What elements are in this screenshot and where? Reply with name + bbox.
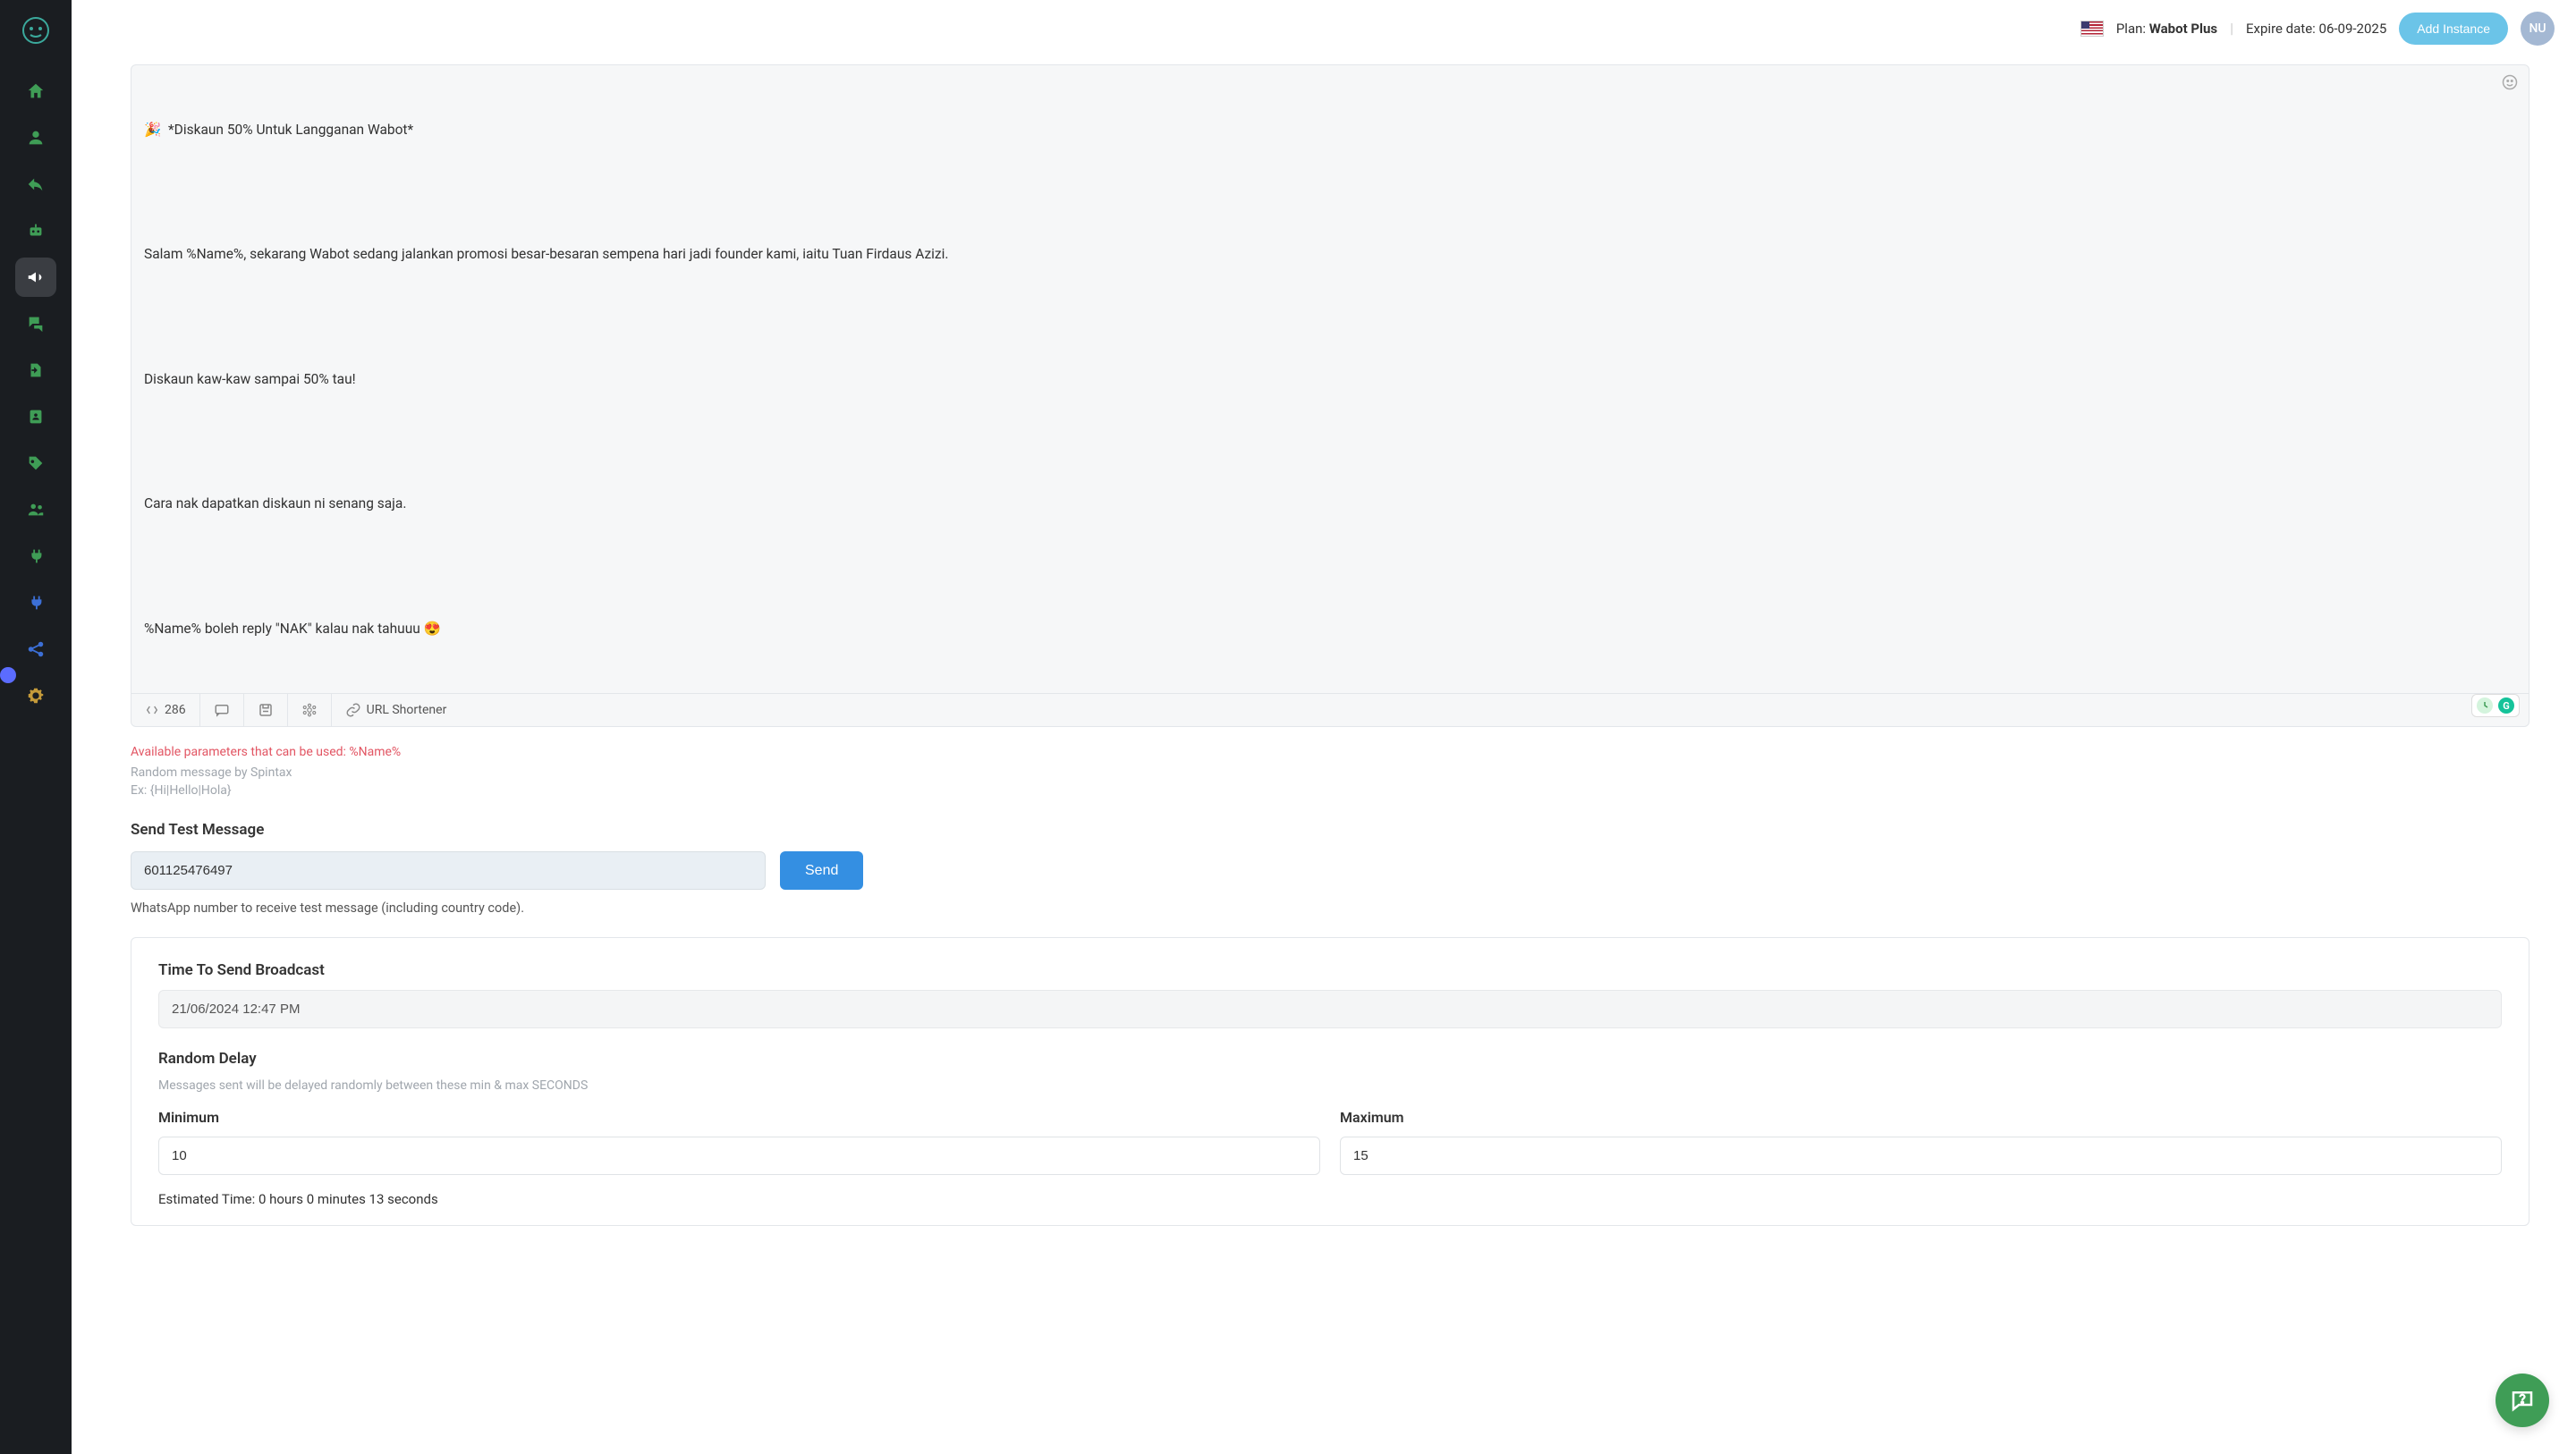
maximum-input[interactable] — [1340, 1137, 2502, 1175]
nav-users[interactable] — [15, 490, 56, 529]
sidebar — [0, 0, 72, 1454]
send-test-button[interactable]: Send — [780, 851, 863, 890]
message-editor: 🎉 *Diskaun 50% Untuk Langganan Wabot* Sa… — [131, 64, 2529, 727]
test-number-input[interactable] — [131, 851, 766, 890]
nav-export[interactable] — [15, 351, 56, 390]
toolbar-save-icon[interactable] — [244, 694, 288, 726]
content-scroll: 🎉 *Diskaun 50% Untuk Langganan Wabot* Sa… — [72, 57, 2576, 1454]
minimum-label: Minimum — [158, 1109, 1320, 1126]
nav-gear[interactable] — [15, 676, 56, 715]
toolbar-ai-icon[interactable] — [288, 694, 332, 726]
toolbar-chat-icon[interactable] — [200, 694, 244, 726]
test-help-text: WhatsApp number to receive test message … — [131, 900, 2529, 916]
nav-address-book[interactable] — [15, 397, 56, 436]
editor-line: Salam %Name%, sekarang Wabot sedang jala… — [144, 244, 2512, 265]
send-test-label: Send Test Message — [131, 821, 2529, 839]
random-delay-help: Messages sent will be delayed randomly b… — [158, 1078, 2502, 1093]
grammarly-badge[interactable]: G — [2471, 694, 2520, 717]
plan-label: Plan: Wabot Plus — [2116, 21, 2217, 37]
broadcast-time-input[interactable] — [158, 990, 2502, 1028]
random-delay-label: Random Delay — [158, 1050, 2502, 1068]
estimated-time: Estimated Time: 0 hours 0 minutes 13 sec… — [158, 1191, 2502, 1207]
nav-plug-alt[interactable] — [15, 583, 56, 622]
hint-parameters: Available parameters that can be used: %… — [131, 745, 2529, 759]
url-shortener-label: URL Shortener — [367, 703, 447, 717]
help-fab[interactable] — [2496, 1374, 2549, 1427]
topbar: Plan: Wabot Plus | Expire date: 06-09-20… — [72, 0, 2576, 57]
nav-bullhorn[interactable] — [15, 258, 56, 297]
nav-user[interactable] — [15, 118, 56, 157]
hint-spintax: Random message by Spintax Ex: {Hi|Hello|… — [131, 765, 2529, 799]
main-area: Plan: Wabot Plus | Expire date: 06-09-20… — [72, 0, 2576, 1454]
sidebar-scroll-indicator — [0, 667, 16, 683]
editor-line: Cara nak dapatkan diskaun ni senang saja… — [144, 494, 2512, 514]
add-instance-button[interactable]: Add Instance — [2399, 13, 2508, 45]
message-textarea[interactable]: 🎉 *Diskaun 50% Untuk Langganan Wabot* Sa… — [131, 65, 2529, 693]
user-avatar[interactable]: NU — [2521, 12, 2555, 46]
editor-line: 🎉 *Diskaun 50% Untuk Langganan Wabot* — [144, 120, 2512, 140]
flag-icon[interactable] — [2080, 21, 2104, 37]
nav-plug[interactable] — [15, 537, 56, 576]
minimum-input[interactable] — [158, 1137, 1320, 1175]
app-logo — [18, 14, 54, 46]
nav-reply[interactable] — [15, 165, 56, 204]
char-count-value: 286 — [165, 703, 186, 717]
nav-home[interactable] — [15, 72, 56, 111]
nav-comments[interactable] — [15, 304, 56, 343]
nav-tags[interactable] — [15, 444, 56, 483]
topbar-divider: | — [2230, 20, 2233, 37]
broadcast-settings-card: Time To Send Broadcast Random Delay Mess… — [131, 937, 2529, 1226]
maximum-label: Maximum — [1340, 1109, 2502, 1126]
time-to-send-label: Time To Send Broadcast — [158, 961, 2502, 979]
nav-share-nodes[interactable] — [15, 630, 56, 669]
editor-line: Diskaun kaw-kaw sampai 50% tau! — [144, 369, 2512, 390]
char-count: 286 — [131, 694, 200, 726]
editor-toolbar: 286 URL Shortener — [131, 693, 2529, 726]
nav-robot[interactable] — [15, 211, 56, 250]
toolbar-url-shortener[interactable]: URL Shortener — [332, 694, 461, 726]
emoji-picker-icon[interactable] — [2502, 74, 2518, 94]
expire-label: Expire date: 06-09-2025 — [2246, 21, 2386, 37]
editor-line: %Name% boleh reply "NAK" kalau nak tahuu… — [144, 619, 2512, 639]
